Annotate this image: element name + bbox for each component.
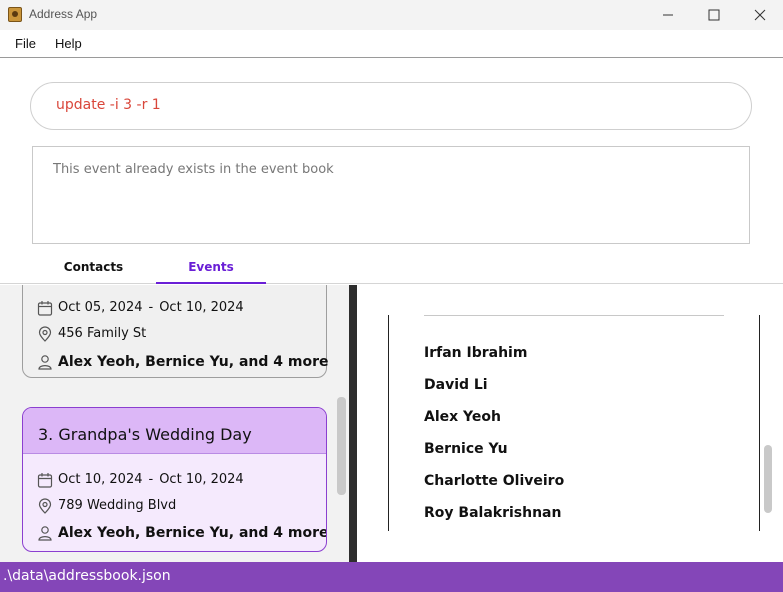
close-button[interactable] — [737, 0, 783, 30]
title-bar: Address App — [0, 0, 783, 30]
event-location: 789 Wedding Blvd — [58, 498, 177, 513]
date-separator: - — [148, 300, 154, 315]
app-icon — [8, 7, 22, 22]
detail-left-border — [388, 315, 389, 531]
calendar-icon — [37, 473, 53, 488]
attendee-item: Alex Yeoh — [424, 409, 501, 425]
result-display[interactable]: This event already exists in the event b… — [32, 146, 750, 244]
menu-bar: File Help — [0, 30, 783, 58]
event-detail-panel: Irfan Ibrahim David Li Alex Yeoh Bernice… — [357, 285, 783, 562]
attendee-item: Roy Balakrishnan — [424, 505, 562, 521]
command-input[interactable]: update -i 3 -r 1 — [30, 82, 752, 130]
attendee-item: Bernice Yu — [424, 441, 508, 457]
tab-events[interactable]: Events — [156, 254, 266, 284]
maximize-button[interactable] — [691, 0, 737, 30]
result-message: This event already exists in the event b… — [53, 162, 334, 177]
event-card[interactable]: Oct 05, 2024- Oct 10, 2024 456 Family St … — [22, 285, 329, 378]
event-date-end: Oct 10, 2024 — [159, 300, 244, 315]
calendar-icon — [37, 301, 53, 316]
event-list-scrollbar[interactable] — [337, 397, 346, 495]
event-date-start: Oct 10, 2024 — [58, 472, 143, 487]
command-text: update -i 3 -r 1 — [56, 97, 161, 113]
event-list[interactable]: Oct 05, 2024- Oct 10, 2024 456 Family St … — [0, 285, 349, 562]
location-pin-icon — [38, 326, 52, 342]
menu-help[interactable]: Help — [55, 36, 82, 51]
maximize-icon — [708, 9, 720, 21]
attendee-item: Irfan Ibrahim — [424, 345, 528, 361]
event-card-header: 3. Grandpa's Wedding Day — [23, 408, 326, 454]
minimize-button[interactable] — [645, 0, 691, 30]
tab-bar: Contacts Events — [0, 254, 783, 284]
tab-contacts[interactable]: Contacts — [31, 254, 156, 284]
detail-scrollbar[interactable] — [764, 445, 772, 513]
event-location: 456 Family St — [58, 326, 147, 341]
save-location: .\data\addressbook.json — [3, 568, 171, 584]
attendee-item: Charlotte Oliveiro — [424, 473, 565, 489]
menu-file[interactable]: File — [15, 36, 36, 51]
event-date-start: Oct 05, 2024 — [58, 300, 143, 315]
event-card-selected[interactable]: 3. Grandpa's Wedding Day Oct 10, 2024- Oc… — [22, 407, 327, 552]
detail-right-border — [759, 315, 760, 531]
minimize-icon — [663, 14, 673, 16]
event-title: 3. Grandpa's Wedding Day — [38, 425, 252, 444]
window-title: Address App — [29, 7, 98, 21]
person-icon — [38, 526, 52, 541]
event-date-end: Oct 10, 2024 — [159, 472, 244, 487]
date-separator: - — [148, 472, 154, 487]
detail-divider — [424, 315, 724, 316]
location-pin-icon — [38, 498, 52, 514]
status-bar: .\data\addressbook.json — [0, 562, 783, 592]
attendee-item: David Li — [424, 377, 488, 393]
split-divider[interactable] — [349, 285, 357, 562]
event-people: Alex Yeoh, Bernice Yu, and 4 more — [58, 354, 329, 370]
event-people: Alex Yeoh, Bernice Yu, and 4 more — [58, 525, 327, 541]
person-icon — [38, 355, 52, 370]
close-icon — [754, 9, 766, 21]
